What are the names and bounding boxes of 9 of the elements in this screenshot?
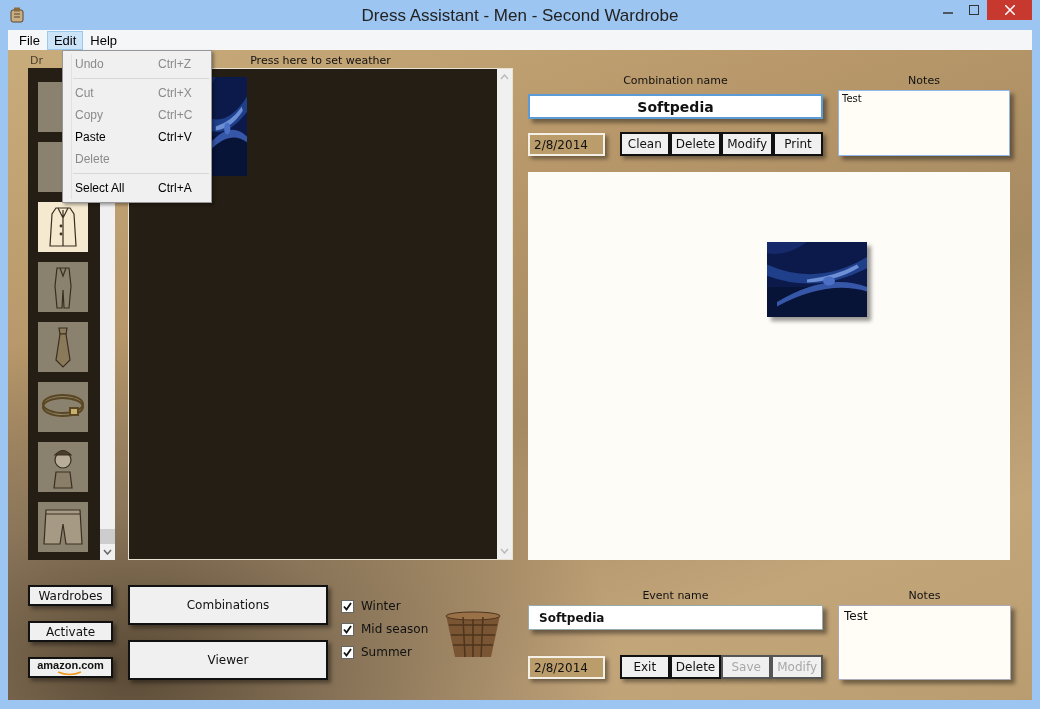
season-label: Mid season	[361, 622, 429, 636]
wardrobe-label: Dr	[30, 54, 43, 67]
season-label: Winter	[361, 599, 401, 613]
season-label: Summer	[361, 645, 412, 659]
field-label: Event name	[641, 589, 710, 603]
notes-label: Notes	[907, 589, 942, 603]
notes-label: Notes	[907, 74, 941, 88]
window-title: Dress Assistant - Men - Second Wardrobe	[361, 6, 679, 26]
field-label: Combination name	[622, 74, 729, 88]
